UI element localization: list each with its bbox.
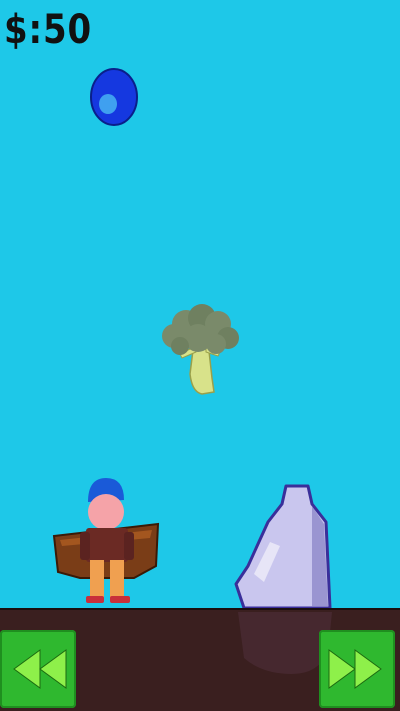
player-boy-with-basket: [52, 478, 160, 603]
fast-forward-double-arrow-icon: [328, 649, 382, 689]
move-left-button[interactable]: [0, 630, 76, 708]
milk-bottle-icon: [234, 484, 332, 610]
broccoli-icon: [162, 304, 239, 395]
game-screen: $:50: [0, 0, 400, 711]
blue-gem-icon: [90, 68, 138, 126]
score-counter: $:50: [4, 7, 92, 53]
rewind-double-arrow-icon: [13, 649, 67, 689]
move-right-button[interactable]: [319, 630, 395, 708]
